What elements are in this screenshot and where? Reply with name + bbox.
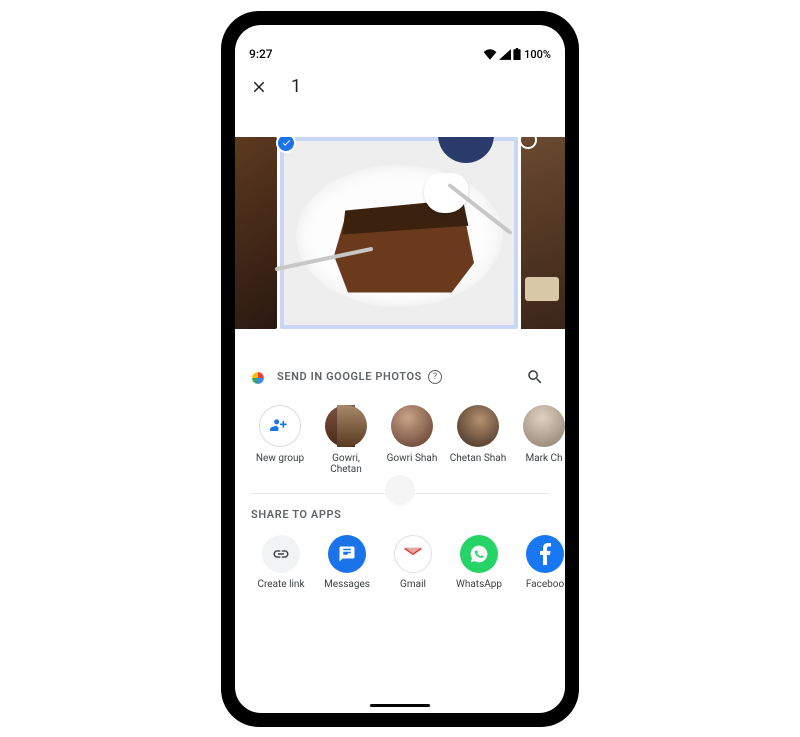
wifi-icon <box>483 49 497 60</box>
battery-icon <box>513 48 521 60</box>
gmail-icon <box>394 535 432 573</box>
selected-check-icon <box>276 137 296 153</box>
header: 1 <box>235 65 565 109</box>
nav-handle[interactable] <box>370 704 430 707</box>
send-section-header: SEND IN GOOGLE PHOTOS ? <box>235 363 565 391</box>
unselected-circle-icon <box>519 137 537 149</box>
contact-label: Gowri Shah <box>387 453 438 465</box>
search-button[interactable] <box>521 363 549 391</box>
selection-count: 1 <box>291 76 301 97</box>
app-label: Create link <box>257 579 304 590</box>
app-label: Faceboo <box>526 579 564 590</box>
app-label: Messages <box>324 579 370 590</box>
app-messages[interactable]: Messages <box>317 535 377 590</box>
app-whatsapp[interactable]: WhatsApp <box>449 535 509 590</box>
apps-section-label: SHARE TO APPS <box>251 508 342 521</box>
app-facebook[interactable]: Faceboo <box>515 535 565 590</box>
help-icon[interactable]: ? <box>428 370 442 384</box>
apps-row[interactable]: Create link Messages Gmail WhatsApp <box>235 521 565 590</box>
contact-mark[interactable]: Mark Ch <box>515 405 565 475</box>
photo-content <box>284 141 514 325</box>
link-icon <box>262 535 300 573</box>
contact-label: Mark Ch <box>525 453 562 465</box>
battery-percent: 100% <box>524 48 551 61</box>
contact-label: Gowri, Chetan <box>317 453 375 475</box>
drag-handle[interactable] <box>385 475 415 505</box>
photo-carousel[interactable] <box>235 137 565 329</box>
avatar <box>457 405 499 447</box>
google-photos-icon <box>251 370 265 384</box>
search-icon <box>526 368 544 386</box>
photo-thumbnail-selected[interactable] <box>280 137 518 329</box>
facebook-icon <box>526 535 564 573</box>
status-bar: 9:27 100% <box>235 25 565 65</box>
apps-section-header: SHARE TO APPS <box>235 508 565 521</box>
app-create-link[interactable]: Create link <box>251 535 311 590</box>
photo-thumbnail-prev[interactable] <box>235 137 277 329</box>
contact-gowri-chetan[interactable]: Gowri, Chetan <box>317 405 375 475</box>
contact-gowri-shah[interactable]: Gowri Shah <box>383 405 441 475</box>
contact-chetan-shah[interactable]: Chetan Shah <box>449 405 507 475</box>
new-group-button[interactable]: New group <box>251 405 309 475</box>
status-time: 9:27 <box>249 47 273 61</box>
close-button[interactable] <box>245 73 273 101</box>
close-icon <box>250 78 268 96</box>
app-label: WhatsApp <box>456 579 502 590</box>
whatsapp-icon <box>460 535 498 573</box>
avatar <box>391 405 433 447</box>
contact-label: Chetan Shah <box>450 453 506 465</box>
phone-frame: 9:27 100% 1 <box>221 11 579 727</box>
divider <box>251 493 549 494</box>
new-group-icon <box>259 405 301 447</box>
photo-thumbnail-next[interactable] <box>521 137 565 329</box>
send-section-label: SEND IN GOOGLE PHOTOS <box>277 370 422 383</box>
app-label: Gmail <box>400 579 426 590</box>
messages-icon <box>328 535 366 573</box>
contact-label: New group <box>256 453 304 465</box>
avatar <box>523 405 565 447</box>
screen: 9:27 100% 1 <box>235 25 565 713</box>
status-icons: 100% <box>483 48 551 61</box>
cellular-icon <box>499 49 511 60</box>
app-gmail[interactable]: Gmail <box>383 535 443 590</box>
avatar <box>325 405 367 447</box>
